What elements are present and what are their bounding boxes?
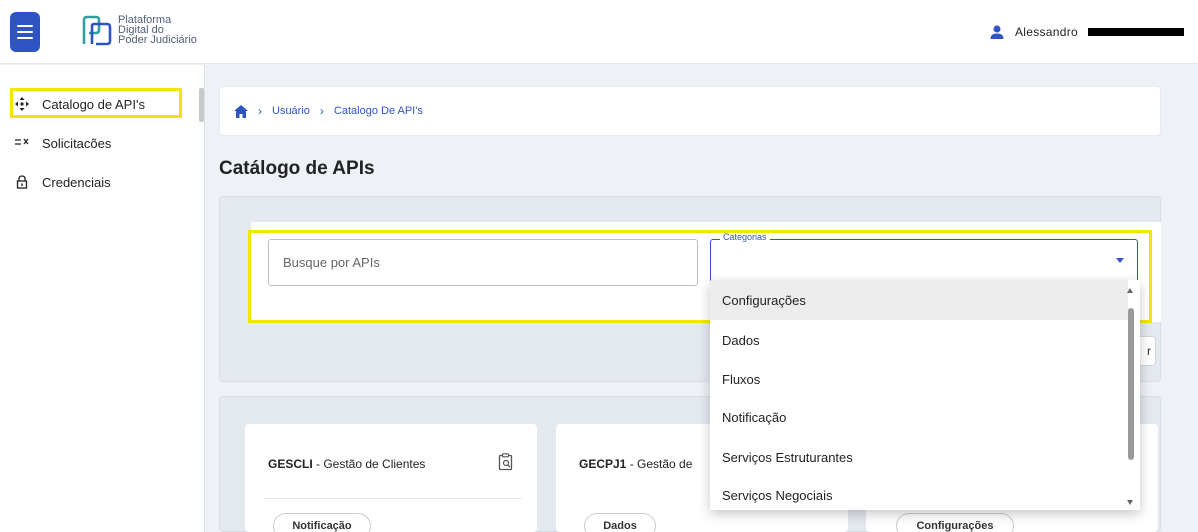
hamburger-icon-line bbox=[17, 25, 33, 27]
hamburger-icon-line bbox=[17, 37, 33, 39]
sidebar-scroll-indicator bbox=[199, 88, 204, 122]
dropdown-option[interactable]: Notificação bbox=[710, 397, 1128, 437]
pdpj-logo-icon bbox=[82, 15, 112, 46]
clipboard-search-icon[interactable] bbox=[498, 453, 514, 471]
dropdown-option[interactable]: Serviços Estruturantes bbox=[710, 437, 1128, 477]
user-menu[interactable]: Alessandro bbox=[989, 24, 1184, 40]
chevron-right-icon: › bbox=[319, 104, 324, 118]
card-title: GESCLI - Gestão de Clientes bbox=[268, 457, 426, 471]
menu-button[interactable] bbox=[10, 12, 40, 52]
request-list-icon bbox=[14, 135, 30, 151]
active-item-highlight bbox=[10, 88, 182, 118]
category-chip[interactable]: Notificação bbox=[273, 513, 371, 532]
sidebar-item-credenciais[interactable]: Credenciais bbox=[14, 166, 111, 198]
sidebar-item-solicitacoes[interactable]: Solicitacões bbox=[14, 127, 111, 159]
lock-icon bbox=[14, 174, 30, 190]
user-icon bbox=[990, 25, 1004, 39]
chevron-right-icon: › bbox=[258, 104, 262, 118]
dropdown-option[interactable]: Configurações bbox=[710, 280, 1128, 320]
breadcrumb-item-usuario[interactable]: Usuário bbox=[272, 105, 310, 117]
card-name: Gestão de Clientes bbox=[323, 457, 426, 471]
card-name: Gestão de bbox=[637, 457, 693, 471]
filter-button-label: r bbox=[1147, 344, 1151, 358]
page-title: Catálogo de APIs bbox=[219, 158, 375, 179]
top-bar: Plataforma Digital do Poder Judiciário A… bbox=[0, 0, 1198, 64]
dropdown-scrollbar[interactable] bbox=[1128, 308, 1134, 460]
category-dropdown-menu: Configurações Dados Fluxos Notificação S… bbox=[710, 280, 1140, 510]
scroll-up-icon[interactable] bbox=[1127, 288, 1133, 293]
hamburger-icon-line bbox=[17, 31, 33, 33]
home-icon[interactable] bbox=[234, 104, 248, 118]
redacted-surname bbox=[1088, 28, 1184, 36]
logo-line: Poder Judiciário bbox=[118, 34, 197, 46]
scroll-down-icon[interactable] bbox=[1127, 500, 1133, 505]
sidebar-item-label: Solicitacões bbox=[42, 135, 112, 151]
breadcrumb: › Usuário › Catalogo De API's bbox=[219, 86, 1161, 136]
logo-text: Plataforma Digital do Poder Judiciário bbox=[118, 15, 197, 46]
category-chip[interactable]: Configurações bbox=[896, 513, 1014, 532]
dropdown-option[interactable]: Fluxos bbox=[710, 359, 1128, 399]
card-code: GECPJ1 bbox=[579, 457, 627, 471]
dropdown-option[interactable]: Serviços Negociais bbox=[710, 475, 1128, 510]
card-title: GECPJ1 - Gestão de bbox=[579, 457, 693, 471]
category-chip[interactable]: Dados bbox=[584, 513, 656, 532]
card-code: GESCLI bbox=[268, 457, 313, 471]
user-name: Alessandro bbox=[1014, 25, 1078, 39]
sidebar-item-label: Credenciais bbox=[42, 174, 111, 190]
breadcrumb-item-catalogo[interactable]: Catalogo De API's bbox=[334, 105, 423, 117]
dropdown-option[interactable]: Dados bbox=[710, 320, 1128, 360]
card-divider bbox=[264, 498, 522, 499]
